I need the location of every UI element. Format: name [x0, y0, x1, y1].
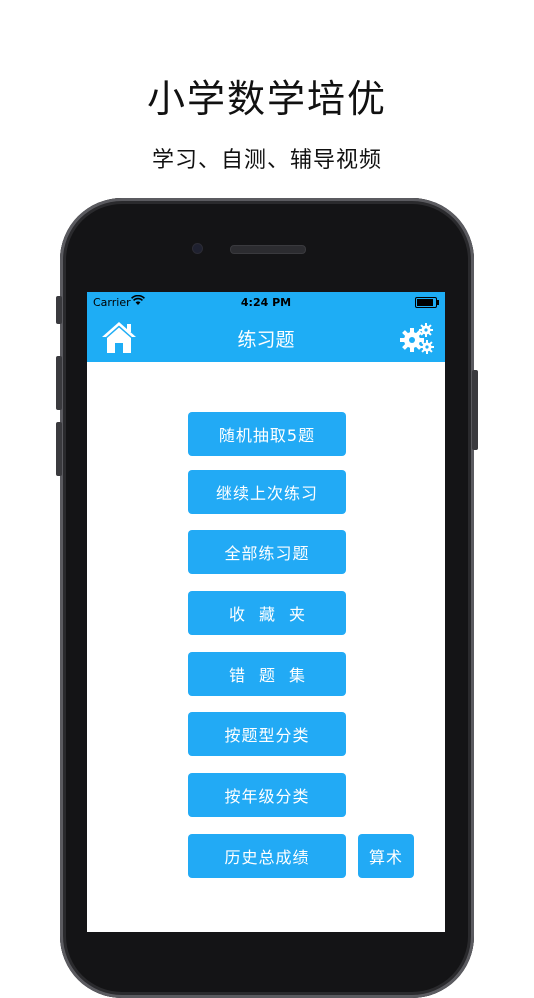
settings-icon[interactable] — [400, 322, 434, 354]
status-time: 4:24 PM — [240, 296, 292, 309]
earpiece-speaker — [230, 245, 306, 254]
wrong-questions-button[interactable]: 错题集 — [188, 652, 346, 696]
battery-icon — [415, 297, 439, 308]
arithmetic-button[interactable]: 算术 — [358, 834, 414, 878]
power-button — [472, 370, 478, 450]
app-screen: Carrier 4:24 PM 练习题 随机抽取5题 继续上次练习 全部练习题 … — [87, 292, 445, 932]
random-5-button[interactable]: 随机抽取5题 — [188, 412, 346, 456]
promo-title: 小学数学培优 — [146, 77, 387, 121]
promo-subtitle: 学习、自测、辅导视频 — [151, 148, 382, 173]
status-bar: Carrier 4:24 PM — [87, 292, 445, 312]
continue-last-button[interactable]: 继续上次练习 — [188, 470, 346, 514]
by-grade-button[interactable]: 按年级分类 — [188, 773, 346, 817]
favorites-button[interactable]: 收藏夹 — [188, 591, 346, 635]
history-scores-button[interactable]: 历史总成绩 — [188, 834, 346, 878]
nav-title: 练习题 — [237, 329, 295, 351]
mute-switch — [56, 296, 62, 324]
by-type-button[interactable]: 按题型分类 — [188, 712, 346, 756]
all-questions-button[interactable]: 全部练习题 — [188, 530, 346, 574]
nav-bar: 练习题 — [87, 312, 445, 362]
volume-up-button — [56, 356, 62, 410]
front-camera — [192, 243, 203, 254]
volume-down-button — [56, 422, 62, 476]
